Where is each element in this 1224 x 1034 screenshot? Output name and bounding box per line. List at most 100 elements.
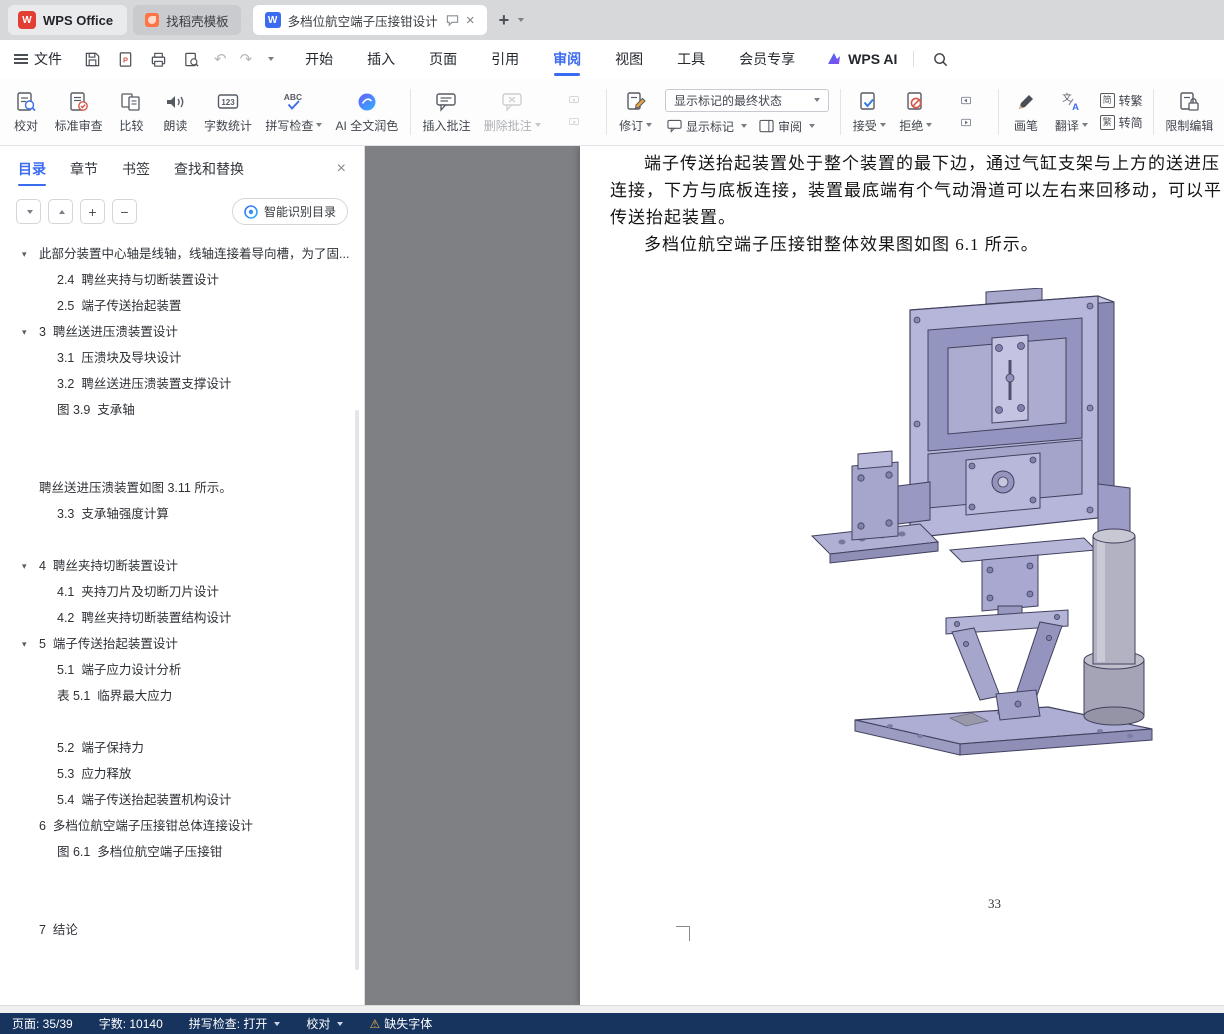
- smart-toc-button[interactable]: 智能识别目录: [231, 198, 348, 225]
- toc-item[interactable]: 4.2 聘丝夹持切断装置结构设计: [0, 605, 364, 631]
- t2s-label: 转简: [1118, 116, 1143, 130]
- tab-list-chevron-icon[interactable]: [518, 18, 525, 22]
- toc-item[interactable]: 5.2 端子保持力: [0, 735, 364, 761]
- toc-item[interactable]: 5.4 端子传送抬起装置机构设计: [0, 787, 364, 813]
- wps-office-tab[interactable]: W WPS Office: [8, 5, 128, 35]
- menu-item-reference[interactable]: 引用: [474, 40, 536, 78]
- close-tab-icon[interactable]: ×: [466, 13, 475, 28]
- wps-ai-label: WPS AI: [848, 51, 898, 67]
- chevron-down-icon: [1081, 123, 1088, 127]
- tab-bookmarks[interactable]: 书签: [122, 146, 150, 192]
- undo-menu-chevron-icon[interactable]: [268, 57, 275, 61]
- translate-button[interactable]: 文A 翻译: [1048, 86, 1095, 138]
- menu-item-member[interactable]: 会员专享: [722, 40, 812, 78]
- status-missing-font[interactable]: ⚠ 缺失字体: [369, 1015, 432, 1032]
- insert-comment-button[interactable]: 插入批注: [416, 86, 477, 138]
- word-count-button[interactable]: 123 字数统计: [197, 86, 258, 138]
- toc-item[interactable]: 聘丝送进压溃装置如图 3.11 所示。: [0, 475, 364, 501]
- tab-chapters[interactable]: 章节: [70, 146, 98, 192]
- read-aloud-button[interactable]: 朗读: [153, 86, 197, 138]
- sidebar-scrollbar[interactable]: [355, 410, 359, 970]
- status-word-count[interactable]: 字数: 10140: [99, 1015, 163, 1032]
- tab-toc[interactable]: 目录: [18, 146, 46, 192]
- document-page[interactable]: 端子传送抬起装置处于整个装置的最下边，通过气缸支架与上方的送进压 连接，下方与底…: [580, 146, 1224, 1005]
- menu-items: 开始 插入 页面 引用 审阅 视图 工具 会员专享: [288, 40, 812, 78]
- toc-item[interactable]: 2.5 端子传送抬起装置: [0, 293, 364, 319]
- menu-item-insert[interactable]: 插入: [350, 40, 412, 78]
- file-menu-button[interactable]: 文件: [14, 49, 62, 69]
- export-pdf-icon[interactable]: P: [115, 49, 135, 69]
- review-pane-icon: [759, 119, 774, 133]
- traditional-to-simplified-button[interactable]: 繁 转简: [1099, 114, 1143, 131]
- toc-item[interactable]: 2.4 聘丝夹持与切断装置设计: [0, 267, 364, 293]
- menu-item-page[interactable]: 页面: [412, 40, 474, 78]
- document-tab[interactable]: W 多档位航空端子压接钳设计 ×: [252, 5, 487, 35]
- toc-item[interactable]: 5.3 应力释放: [0, 761, 364, 787]
- menu-item-tools[interactable]: 工具: [660, 40, 722, 78]
- docer-template-tab[interactable]: 找稻壳模板: [133, 5, 241, 35]
- toc-item[interactable]: 3.3 支承轴强度计算: [0, 501, 364, 527]
- display-state-select[interactable]: 显示标记的最终状态: [664, 88, 829, 112]
- spell-check-button[interactable]: ABC 拼写检查: [259, 86, 329, 138]
- collapse-all-button[interactable]: [48, 199, 73, 224]
- toc-item[interactable]: 4.1 夹持刀片及切断刀片设计: [0, 579, 364, 605]
- triangle-down-icon[interactable]: ▾: [22, 241, 27, 267]
- redo-icon[interactable]: ↷: [240, 50, 253, 68]
- toc-item[interactable]: 7 结论: [0, 917, 364, 943]
- tab-find-replace[interactable]: 查找和替换: [174, 146, 244, 192]
- save-icon[interactable]: [82, 49, 102, 69]
- toc-item[interactable]: 3.1 压溃块及导块设计: [0, 345, 364, 371]
- reject-button[interactable]: 拒绝: [893, 86, 940, 138]
- menu-item-view[interactable]: 视图: [598, 40, 660, 78]
- menu-item-review[interactable]: 审阅: [536, 40, 598, 78]
- menu-item-home[interactable]: 开始: [288, 40, 350, 78]
- zoom-in-button[interactable]: +: [80, 199, 105, 224]
- triangle-down-icon[interactable]: ▾: [22, 553, 27, 579]
- simplified-to-traditional-button[interactable]: 简 转繁: [1099, 92, 1143, 109]
- toc-item[interactable]: 5.1 端子应力设计分析: [0, 657, 364, 683]
- status-page-info[interactable]: 页面: 35/39: [12, 1015, 73, 1032]
- toc-item[interactable]: 图 3.9 支承轴: [0, 397, 364, 423]
- compare-button[interactable]: 比较: [109, 86, 153, 138]
- standard-review-button[interactable]: 标准审查: [48, 86, 109, 138]
- horizontal-scrollbar[interactable]: [0, 1005, 1224, 1013]
- print-preview-icon[interactable]: [181, 49, 201, 69]
- document-canvas[interactable]: 端子传送抬起装置处于整个装置的最下边，通过气缸支架与上方的送进压 连接，下方与底…: [365, 146, 1224, 1005]
- menu-bar: 文件 P ↶ ↷ 开始 插入 页面 引用 审阅 视图 工具 会员专享 WPS A…: [0, 40, 1224, 78]
- smart-toc-icon: [244, 204, 258, 219]
- new-tab-icon[interactable]: +: [499, 10, 510, 31]
- next-change-icon[interactable]: [944, 114, 988, 131]
- proofread-button[interactable]: 校对: [4, 86, 48, 138]
- triangle-down-icon[interactable]: ▾: [22, 631, 27, 657]
- ai-polish-button[interactable]: AI 全文润色: [329, 86, 405, 138]
- triangle-down-icon[interactable]: ▾: [22, 319, 27, 345]
- toc-item[interactable]: 6 多档位航空端子压接钳总体连接设计: [0, 813, 364, 839]
- accept-button[interactable]: 接受: [846, 86, 893, 138]
- revise-button[interactable]: 修订: [612, 86, 659, 138]
- close-sidebar-icon[interactable]: ×: [337, 160, 346, 178]
- print-icon[interactable]: [148, 49, 168, 69]
- review-pane-button[interactable]: 审阅: [759, 118, 815, 135]
- undo-icon[interactable]: ↶: [214, 50, 227, 68]
- docer-icon: [145, 13, 160, 27]
- wps-writer-window: W WPS Office 找稻壳模板 W 多档位航空端子压接钳设计 × + 文件: [0, 0, 1224, 1034]
- toc-item[interactable]: 图 6.1 多档位航空端子压接钳: [0, 839, 364, 865]
- toc-item[interactable]: 3.2 聘丝送进压溃装置支撑设计: [0, 371, 364, 397]
- toc-item[interactable]: ▾ 此部分装置中心轴是线轴，线轴连接着导向槽，为了固...: [0, 241, 364, 267]
- restrict-edit-button[interactable]: 限制编辑: [1159, 86, 1220, 138]
- wps-ai-button[interactable]: WPS AI: [826, 51, 897, 67]
- zoom-out-button[interactable]: −: [112, 199, 137, 224]
- toc-item[interactable]: ▾ 5 端子传送抬起装置设计: [0, 631, 364, 657]
- simplified-char-icon: 简: [1099, 93, 1115, 108]
- ribbon-separator: [839, 88, 841, 135]
- pen-button[interactable]: 画笔: [1004, 86, 1048, 138]
- search-icon[interactable]: [930, 49, 950, 69]
- show-marks-button[interactable]: 显示标记: [667, 118, 747, 135]
- status-spell-check[interactable]: 拼写检查: 打开: [189, 1015, 281, 1032]
- status-proofread[interactable]: 校对: [306, 1015, 344, 1032]
- toc-item[interactable]: ▾ 3 聘丝送进压溃装置设计: [0, 319, 364, 345]
- toc-item[interactable]: ▾ 4 聘丝夹持切断装置设计: [0, 553, 364, 579]
- toc-item[interactable]: 表 5.1 临界最大应力: [0, 683, 364, 709]
- expand-all-button[interactable]: [16, 199, 41, 224]
- previous-change-icon[interactable]: [944, 92, 988, 109]
